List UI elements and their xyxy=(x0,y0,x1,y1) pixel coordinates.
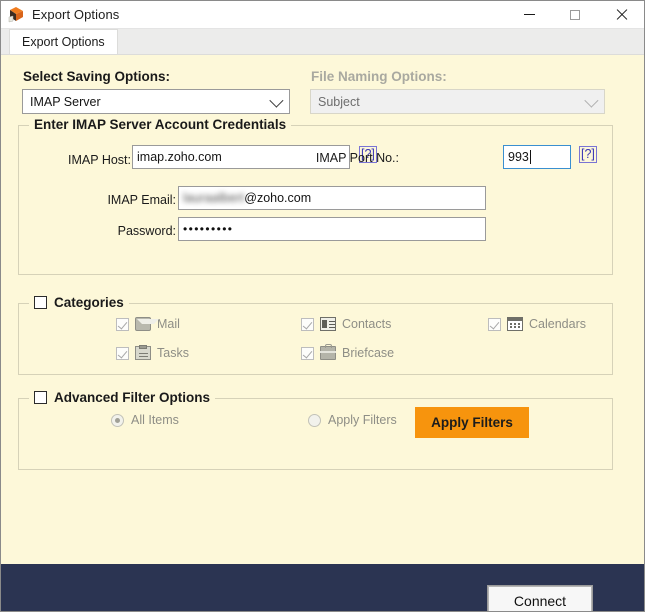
credentials-title-text: Enter IMAP Server Account Credentials xyxy=(34,117,287,132)
imap-email-domain: @zoho.com xyxy=(244,191,312,205)
mail-icon xyxy=(135,317,159,331)
categories-group-title[interactable]: Categories xyxy=(29,295,129,310)
advanced-filter-group-title[interactable]: Advanced Filter Options xyxy=(29,390,216,405)
imap-port-value: 993 xyxy=(508,150,529,164)
mail-checkbox xyxy=(116,317,129,331)
category-item-mail: Mail xyxy=(116,317,180,331)
imap-port-label: IMAP Port No.: xyxy=(315,151,399,165)
tab-strip: Export Options xyxy=(1,29,644,55)
minimize-button[interactable] xyxy=(506,1,552,28)
contacts-icon xyxy=(320,317,336,331)
minimize-icon xyxy=(523,14,535,15)
maximize-button[interactable] xyxy=(552,1,598,28)
export-options-window: Export Options Export Options Select Sav… xyxy=(0,0,645,612)
calendar-icon xyxy=(507,317,523,331)
categories-group: Categories xyxy=(18,295,613,375)
imap-host-label: IMAP Host: xyxy=(68,153,131,167)
category-item-briefcase: Briefcase xyxy=(301,344,395,360)
connect-button[interactable]: Connect xyxy=(488,585,592,611)
window-title: Export Options xyxy=(32,7,120,22)
apply-filters-radio xyxy=(308,413,321,427)
category-label: Briefcase xyxy=(342,346,395,360)
all-items-radio xyxy=(111,413,124,427)
radio-apply-filters: Apply Filters xyxy=(308,413,397,427)
close-button[interactable] xyxy=(598,1,644,28)
imap-email-label: IMAP Email: xyxy=(107,193,176,207)
all-items-label: All Items xyxy=(131,413,179,427)
tasks-icon xyxy=(135,345,151,360)
contacts-checkbox xyxy=(301,317,314,331)
app-cube-icon xyxy=(8,6,25,23)
apply-filters-radio-label: Apply Filters xyxy=(328,413,397,427)
maximize-icon xyxy=(570,9,580,20)
categories-title-text: Categories xyxy=(54,295,124,310)
credentials-group-title: Enter IMAP Server Account Credentials xyxy=(29,117,292,132)
tab-export-options[interactable]: Export Options xyxy=(9,29,118,54)
dialog-footer: Connect xyxy=(1,564,644,611)
briefcase-icon xyxy=(320,344,336,360)
saving-options-select[interactable]: IMAP Server xyxy=(22,89,290,114)
advanced-filter-title-text: Advanced Filter Options xyxy=(54,390,211,405)
advanced-filter-checkbox[interactable] xyxy=(34,391,47,404)
category-label: Mail xyxy=(157,317,180,331)
imap-email-masked: lauraalbert xyxy=(183,191,245,205)
categories-checkbox[interactable] xyxy=(34,296,47,309)
radio-all-items: All Items xyxy=(111,413,179,427)
category-label: Calendars xyxy=(529,317,586,331)
calendars-checkbox xyxy=(488,317,501,331)
password-value: ••••••••• xyxy=(183,222,234,236)
chevron-down-icon xyxy=(269,93,284,108)
select-saving-options-label: Select Saving Options: xyxy=(23,69,171,84)
imap-port-input[interactable]: 993 xyxy=(503,145,571,169)
chevron-down-icon xyxy=(584,93,599,108)
dialog-body: Select Saving Options: IMAP Server File … xyxy=(1,55,644,564)
tab-label: Export Options xyxy=(22,35,105,49)
category-item-calendars: Calendars xyxy=(488,317,586,331)
imap-host-value: imap.zoho.com xyxy=(137,150,222,164)
imap-port-help-link[interactable]: [?] xyxy=(579,146,597,163)
password-label: Password: xyxy=(117,224,176,238)
window-controls xyxy=(506,1,644,28)
file-naming-options-label: File Naming Options: xyxy=(311,69,447,84)
saving-options-value: IMAP Server xyxy=(30,94,101,109)
title-bar: Export Options xyxy=(1,1,644,29)
file-naming-select: Subject xyxy=(310,89,605,114)
password-input[interactable]: ••••••••• xyxy=(178,217,486,241)
category-label: Tasks xyxy=(157,346,189,360)
imap-email-input[interactable]: lauraalbert @zoho.com xyxy=(178,186,486,210)
close-icon xyxy=(615,8,628,21)
category-label: Contacts xyxy=(342,317,392,331)
file-naming-value: Subject xyxy=(318,94,360,109)
category-item-tasks: Tasks xyxy=(116,345,189,360)
category-item-contacts: Contacts xyxy=(301,317,391,331)
text-caret xyxy=(529,150,531,164)
apply-filters-button[interactable]: Apply Filters xyxy=(415,407,529,438)
tasks-checkbox xyxy=(116,346,129,360)
briefcase-checkbox xyxy=(301,346,314,360)
